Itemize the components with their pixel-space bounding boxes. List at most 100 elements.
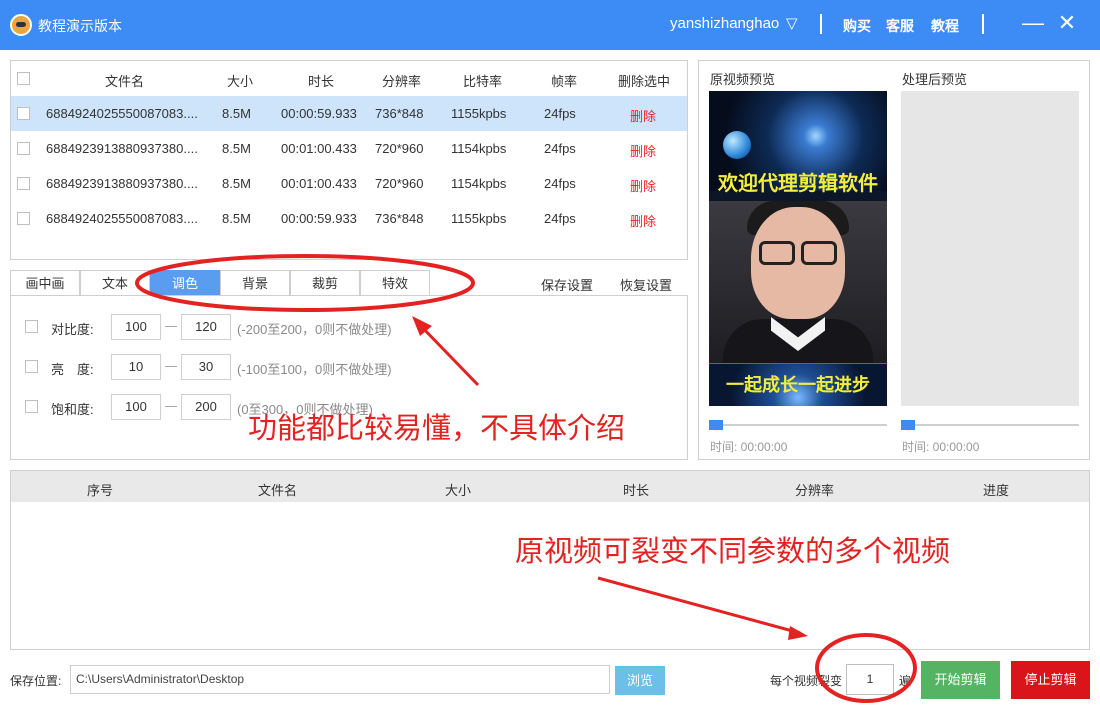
minimize-icon[interactable]: — (1020, 10, 1046, 38)
table-row[interactable]: 6884924025550087083.... 8.5M 00:00:59.93… (11, 201, 687, 236)
user-name[interactable]: yanshizhanghao (670, 15, 779, 32)
delete-button[interactable]: 删除 (630, 141, 656, 160)
brightness-checkbox[interactable] (25, 360, 38, 373)
cell-duration: 00:01:00.433 (281, 141, 357, 156)
brightness-label: 亮 度: (51, 362, 94, 377)
col-filename: 文件名 (258, 483, 298, 498)
stop-edit-button[interactable]: 停止剪辑 (1011, 661, 1090, 699)
slider-handle[interactable] (901, 420, 915, 430)
row-checkbox[interactable] (17, 177, 30, 190)
tab-text[interactable]: 文本 (80, 270, 150, 296)
cell-resolution: 720*960 (375, 176, 424, 191)
select-all-checkbox[interactable] (17, 72, 30, 85)
table-header: 文件名 大小 时长 分辨率 比特率 帧率 删除选中 (11, 61, 687, 96)
cell-bitrate: 1154kpbs (451, 176, 507, 191)
cell-resolution: 736*848 (375, 211, 424, 226)
cell-resolution: 736*848 (375, 106, 424, 121)
brightness-max-input[interactable]: 30 (181, 354, 231, 380)
save-path-input[interactable]: C:\Users\Administrator\Desktop (70, 665, 610, 694)
save-settings-link[interactable]: 保存设置 (541, 275, 593, 294)
cell-fps: 24fps (544, 211, 576, 226)
saturation-checkbox[interactable] (25, 400, 38, 413)
cell-bitrate: 1155kpbs (451, 211, 507, 226)
cell-fps: 24fps (544, 141, 576, 156)
processed-time: 时间: 00:00:00 (902, 440, 980, 454)
contrast-min-input[interactable]: 100 (111, 314, 161, 340)
row-checkbox[interactable] (17, 107, 30, 120)
col-resolution: 分辨率 (382, 74, 422, 89)
contrast-max-input[interactable]: 120 (181, 314, 231, 340)
range-dash (165, 366, 177, 367)
restore-settings-link[interactable]: 恢复设置 (620, 275, 672, 294)
saturation-max-input[interactable]: 200 (181, 394, 231, 420)
col-duration: 时长 (623, 483, 650, 498)
tab-color[interactable]: 调色 (150, 270, 220, 296)
tab-pip[interactable]: 画中画 (10, 270, 80, 296)
video-orb (723, 131, 751, 159)
brightness-min-input[interactable]: 10 (111, 354, 161, 380)
contrast-hint: (-200至200，0则不做处理) (237, 322, 392, 337)
col-filename: 文件名 (105, 74, 145, 89)
table-row[interactable]: 6884923913880937380.... 8.5M 00:01:00.43… (11, 131, 687, 166)
original-video-preview[interactable]: 欢迎代理剪辑软件 一起成长一起进步 (709, 91, 887, 406)
close-icon[interactable]: ✕ (1054, 10, 1080, 38)
cell-filename: 6884924025550087083.... (46, 211, 198, 226)
row-checkbox[interactable] (17, 142, 30, 155)
cell-filename: 6884923913880937380.... (46, 141, 198, 156)
range-dash (165, 326, 177, 327)
cell-bitrate: 1155kpbs (451, 106, 507, 121)
table-row[interactable]: 6884923913880937380.... 8.5M 00:01:00.43… (11, 166, 687, 201)
cell-size: 8.5M (222, 176, 251, 191)
saturation-min-input[interactable]: 100 (111, 394, 161, 420)
processed-seek-slider[interactable] (901, 420, 1079, 430)
cell-size: 8.5M (222, 211, 251, 226)
delete-button[interactable]: 删除 (630, 106, 656, 125)
menu-support[interactable]: 客服 (886, 16, 914, 36)
row-checkbox[interactable] (17, 212, 30, 225)
app-logo-icon (10, 14, 32, 36)
menu-tutorial[interactable]: 教程 (931, 16, 959, 36)
cell-size: 8.5M (222, 106, 251, 121)
settings-tabs: 画中画 文本 调色 背景 裁剪 特效 保存设置 恢复设置 (10, 270, 688, 296)
split-count-input[interactable]: 1 (846, 664, 894, 695)
delete-button[interactable]: 删除 (630, 211, 656, 230)
brightness-hint: (-100至100，0则不做处理) (237, 362, 392, 377)
cell-filename: 6884923913880937380.... (46, 176, 198, 191)
split-count-label: 每个视频裂变 (770, 674, 843, 688)
cell-duration: 00:00:59.933 (281, 211, 357, 226)
menu-buy[interactable]: 购买 (843, 16, 871, 36)
col-duration: 时长 (308, 74, 335, 89)
tab-crop[interactable]: 裁剪 (290, 270, 360, 296)
start-edit-button[interactable]: 开始剪辑 (921, 661, 1000, 699)
contrast-checkbox[interactable] (25, 320, 38, 333)
cell-duration: 00:01:00.433 (281, 176, 357, 191)
table-row[interactable]: 6884924025550087083.... 8.5M 00:00:59.93… (11, 96, 687, 131)
divider (820, 14, 822, 34)
person-glasses-right (801, 241, 837, 265)
browse-button[interactable]: 浏览 (615, 666, 665, 695)
cell-duration: 00:00:59.933 (281, 106, 357, 121)
chevron-down-icon[interactable]: ▽ (786, 14, 798, 32)
col-size: 大小 (445, 483, 472, 498)
cell-bitrate: 1154kpbs (451, 141, 507, 156)
col-size: 大小 (227, 74, 254, 89)
cell-size: 8.5M (222, 141, 251, 156)
setting-contrast: 对比度: 100 120 (-200至200，0则不做处理) (25, 314, 625, 340)
processed-preview-label: 处理后预览 (902, 72, 968, 87)
original-seek-slider[interactable] (709, 420, 887, 430)
file-table: 文件名 大小 时长 分辨率 比特率 帧率 删除选中 68849240255500… (10, 60, 688, 260)
tab-effects[interactable]: 特效 (360, 270, 430, 296)
setting-brightness: 亮 度: 10 30 (-100至100，0则不做处理) (25, 354, 625, 380)
col-fps: 帧率 (551, 74, 578, 89)
original-preview-label: 原视频预览 (710, 72, 776, 87)
delete-button[interactable]: 删除 (630, 176, 656, 195)
video-caption-bottom: 一起成长一起进步 (726, 375, 870, 395)
divider (982, 14, 984, 34)
slider-handle[interactable] (709, 420, 723, 430)
saturation-label: 饱和度: (51, 402, 94, 417)
processed-video-preview[interactable] (901, 91, 1079, 406)
tab-background[interactable]: 背景 (220, 270, 290, 296)
col-index: 序号 (87, 483, 114, 498)
delete-selected-button[interactable]: 删除选中 (618, 71, 670, 90)
col-resolution: 分辨率 (795, 483, 835, 498)
